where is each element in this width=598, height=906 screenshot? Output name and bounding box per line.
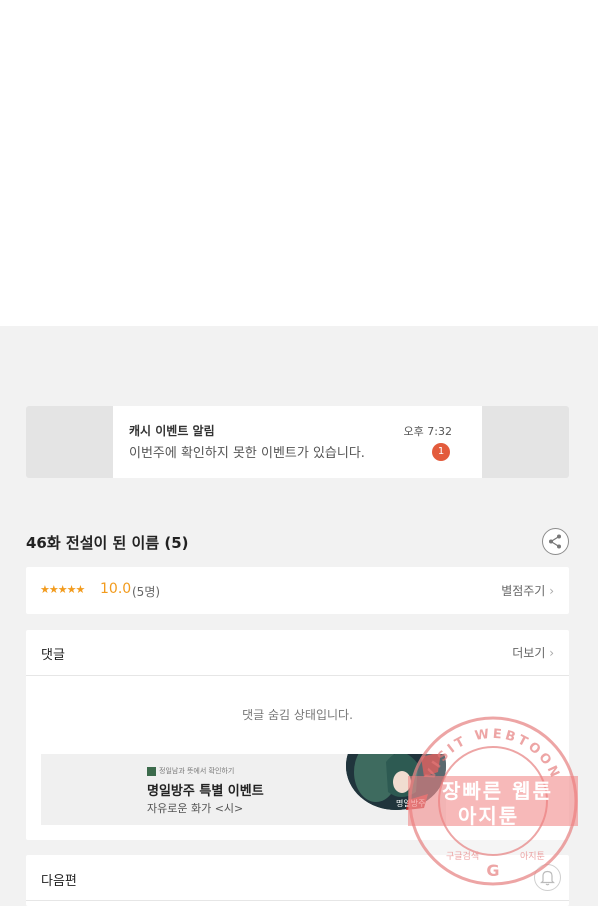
ad-title: 명일방주 특별 이벤트 bbox=[147, 784, 264, 799]
ad-subtitle: 자유로운 화가 <시> bbox=[147, 802, 244, 815]
comments-more-label: 더보기 bbox=[512, 646, 546, 660]
rating-score: 10.0 bbox=[100, 581, 132, 597]
watermark-ring-left: 구글검색 bbox=[446, 850, 479, 862]
rating-stars: ★★★★★ bbox=[40, 583, 85, 596]
divider bbox=[26, 900, 569, 901]
rate-button-label: 별점주기 bbox=[501, 584, 546, 598]
comment-title: 댓글 bbox=[41, 648, 65, 663]
share-icon bbox=[549, 534, 561, 549]
rating-voters: (5명) bbox=[132, 585, 161, 599]
chevron-right-icon: › bbox=[549, 646, 554, 660]
google-icon: G bbox=[486, 861, 499, 880]
rate-button[interactable]: 별점주기 › bbox=[501, 582, 554, 599]
chevron-right-icon: › bbox=[549, 584, 554, 598]
comments-more-button[interactable]: 더보기 › bbox=[512, 644, 554, 661]
ad-caption: 정일남과 뜻에서 확인하기 bbox=[147, 766, 234, 776]
notification-time: 오후 7:32 bbox=[403, 425, 452, 438]
next-episode-title: 다음편 bbox=[41, 874, 77, 889]
watermark-ring-right: 아지툰 bbox=[520, 851, 545, 862]
notification-banner[interactable]: 캐시 이벤트 알림 오후 7:32 이번주에 확인하지 못한 이벤트가 있습니다… bbox=[26, 406, 569, 478]
app-icon bbox=[147, 766, 156, 776]
event-ad-banner[interactable]: 정일남과 뜻에서 확인하기 명일방주 특별 이벤트 자유로운 화가 <시> 명일… bbox=[41, 754, 446, 825]
notification-card[interactable]: 캐시 이벤트 알림 오후 7:32 이번주에 확인하지 못한 이벤트가 있습니다… bbox=[113, 406, 482, 478]
episode-title: 46화 전설이 된 이름 (5) bbox=[26, 534, 189, 552]
notification-title: 캐시 이벤트 알림 bbox=[129, 424, 215, 438]
share-button[interactable] bbox=[542, 528, 569, 555]
webtoon-image-area bbox=[0, 0, 598, 326]
notification-badge: 1 bbox=[432, 443, 450, 461]
notification-body: 이번주에 확인하지 못한 이벤트가 있습니다. bbox=[129, 446, 365, 461]
comment-header: 댓글 더보기 › bbox=[26, 630, 569, 676]
watermark-line2: 아지툰 bbox=[458, 804, 520, 828]
rating-box: ★★★★★ 10.0 (5명) 별점주기 › bbox=[26, 567, 569, 614]
